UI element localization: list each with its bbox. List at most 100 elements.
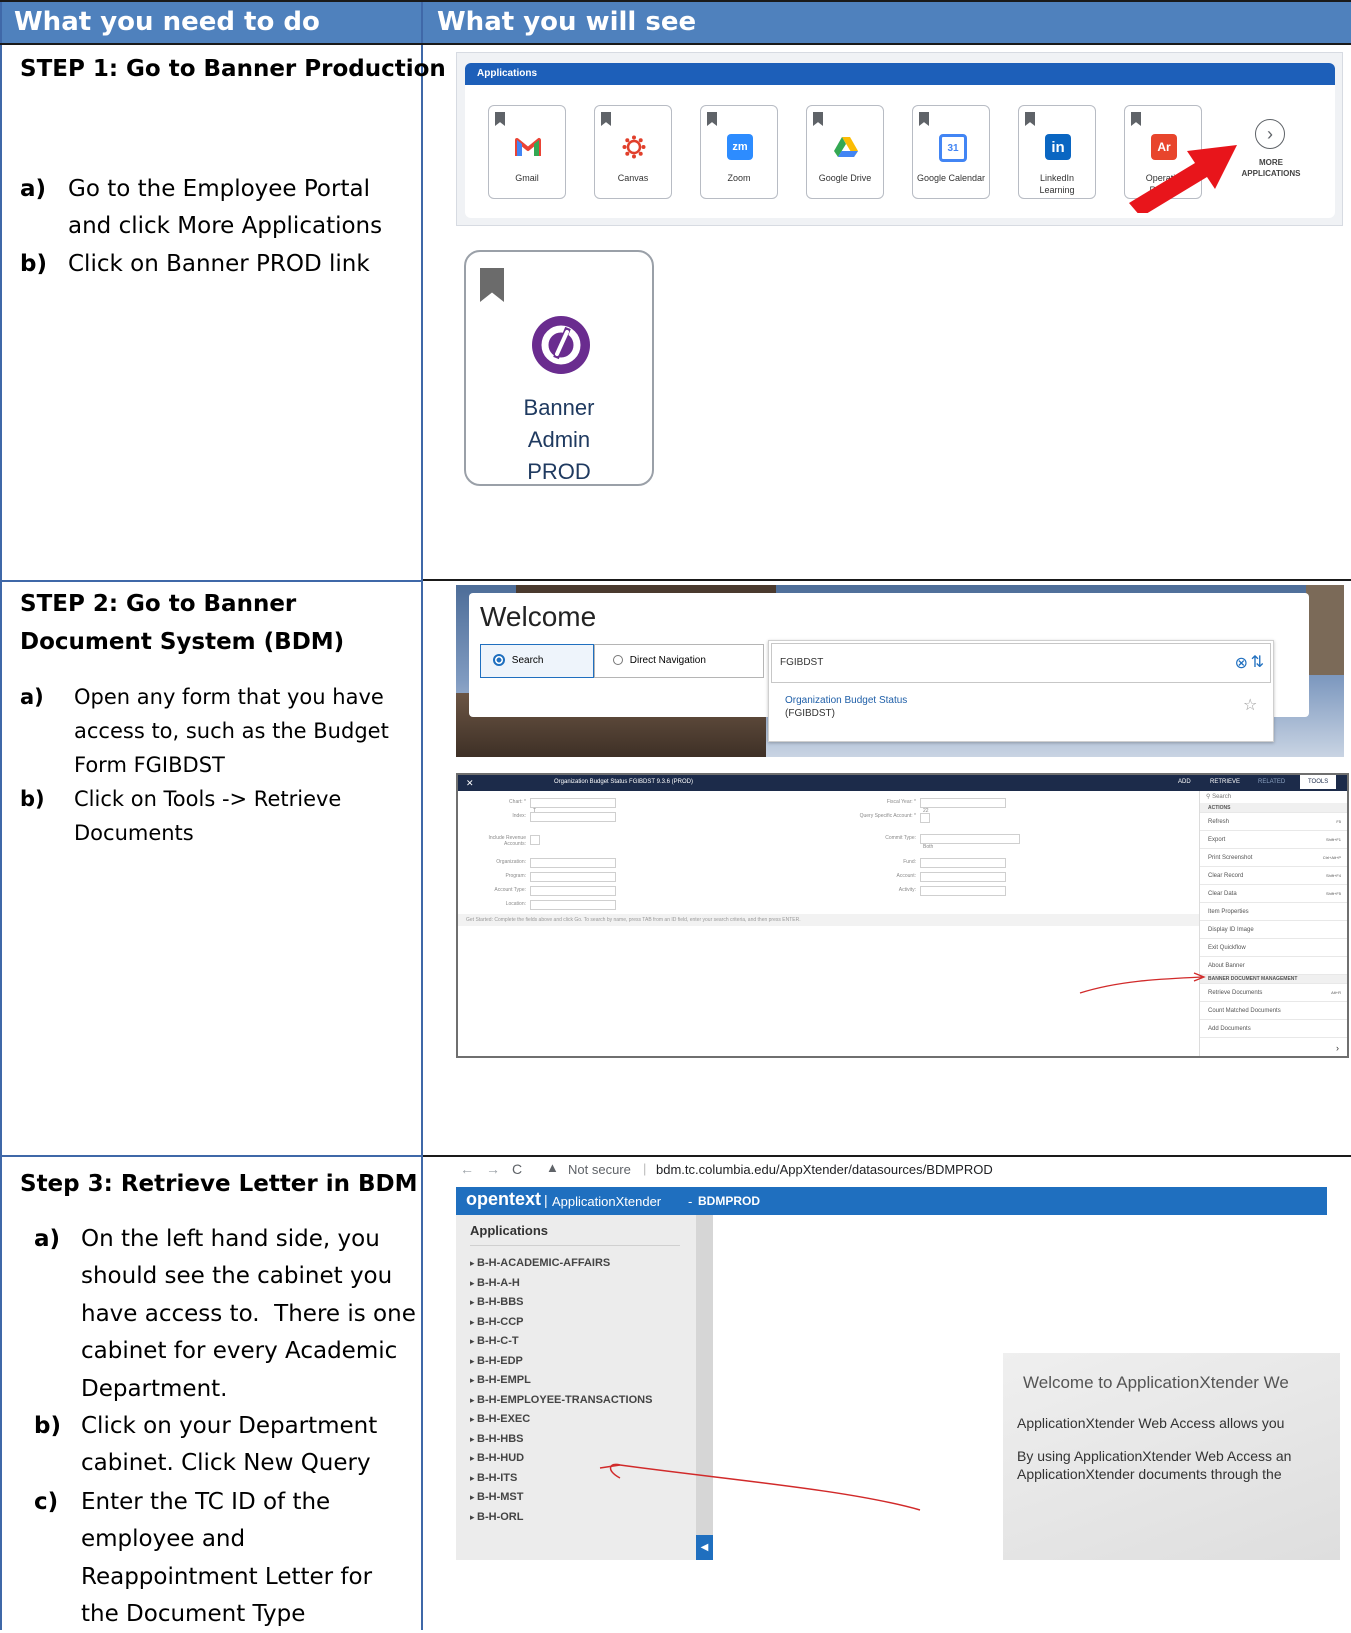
cabinet-item[interactable]: ▸ B-H-EMPLOYEE-TRANSACTIONS [470,1394,652,1406]
tools-bdm-item[interactable]: Retrieve Documents Alt+R [1200,984,1347,1002]
tools-action-item[interactable]: Item Properties [1200,903,1347,921]
bookmark-icon[interactable] [707,112,717,126]
welcome-panel-title: Welcome to ApplicationXtender We [1023,1373,1289,1392]
include-revenue-checkbox[interactable] [530,835,540,845]
tools-action-item[interactable]: Refresh F5 [1200,813,1347,831]
star-icon[interactable]: ☆ [1243,695,1257,715]
row1-bottom-border [0,580,421,582]
caret-right-icon: ▸ [470,1433,478,1444]
not-secure-label[interactable]: Not secure [568,1162,631,1177]
tools-action-item[interactable]: Clear Data Shift+F5 [1200,885,1347,903]
tools-action-item[interactable]: About Banner [1200,957,1347,975]
toolbar-related[interactable]: RELATED [1258,775,1285,789]
cabinet-item[interactable]: ▸ B-H-EDP [470,1355,523,1367]
url-text[interactable]: bdm.tc.columbia.edu/AppXtender/datasourc… [656,1162,993,1177]
radio-icon[interactable] [613,655,623,666]
tools-action-label: Refresh [1208,819,1230,825]
field-label-chart: Chart: * [509,799,526,805]
chevron-right-icon[interactable]: › [1336,1043,1339,1053]
tools-action-item[interactable]: Export Shift+F1 [1200,831,1347,849]
direct-navigation-tab[interactable]: Direct Navigation [594,644,764,678]
table-center-divider [421,0,423,1630]
tools-action-label: About Banner [1208,963,1245,969]
bookmark-icon[interactable] [1025,112,1035,126]
search-result-item[interactable]: Organization Budget Status (FGIBDST) ☆ [771,689,1271,739]
app-tile-linkedin-learning[interactable]: in LinkedIn Learning [1018,105,1096,199]
sort-icon[interactable]: ⇅ [1251,652,1264,672]
row1-bottom-border-right [423,579,1351,581]
cabinet-item[interactable]: ▸ B-H-ACADEMIC-AFFAIRS [470,1257,610,1269]
gmail-icon [515,134,541,160]
fund-input[interactable] [920,858,1006,868]
chevron-right-icon[interactable]: › [1255,119,1285,149]
app-name: ApplicationXtender [552,1194,662,1209]
account-type-input[interactable] [530,886,616,896]
cabinet-item[interactable]: ▸ B-H-EMPL [470,1374,531,1386]
forward-arrow-icon[interactable]: → [486,1161,500,1177]
item-letter: b) [20,787,45,811]
location-input[interactable] [530,900,616,910]
app-tile-google-drive[interactable]: Google Drive [806,105,884,199]
toolbar-add[interactable]: ADD [1178,775,1191,789]
tools-action-item[interactable]: Print Screenshot Ctrl+Alt+P [1200,849,1347,867]
field-label-fiscal-year: Fiscal Year: * [886,799,916,805]
welcome-title: Welcome [480,601,597,632]
toolbar-retrieve[interactable]: RETRIEVE [1210,775,1240,789]
tools-action-item[interactable]: Exit Quickflow [1200,939,1347,957]
cabinet-item[interactable]: ▸ B-H-ITS [470,1472,517,1484]
app-tile-zoom[interactable]: zm Zoom [700,105,778,199]
bookmark-icon[interactable] [480,268,504,302]
organization-input[interactable] [530,858,616,868]
cabinet-item[interactable]: ▸ B-H-HUD [470,1452,524,1464]
account-input[interactable] [920,872,1006,882]
collapse-sidebar-button[interactable]: ◀ [696,1535,713,1560]
search-input[interactable]: FGIBDST ⊗ ⇅ [771,643,1271,683]
close-icon[interactable]: ✕ [466,776,474,790]
tools-action-label: Clear Data [1208,891,1237,897]
bookmark-icon[interactable] [813,112,823,126]
index-input[interactable] [530,812,616,822]
cabinet-item[interactable]: ▸ B-H-BBS [470,1296,523,1308]
activity-input[interactable] [920,886,1006,896]
tools-action-shortcut: Shift+F1 [1325,837,1341,842]
banner-admin-prod-tile[interactable]: Banner Admin PROD [464,250,654,486]
bookmark-icon[interactable] [1131,112,1141,126]
cabinet-item[interactable]: ▸ B-H-C-T [470,1335,519,1347]
item-line: should see the cabinet you [81,1263,393,1289]
query-specific-checkbox[interactable] [920,813,930,823]
cabinet-item[interactable]: ▸ B-H-EXEC [470,1413,530,1425]
cabinet-item[interactable]: ▸ B-H-A-H [470,1277,520,1289]
program-input[interactable] [530,872,616,882]
radio-selected-icon[interactable] [493,654,505,667]
bookmark-icon[interactable] [495,112,505,126]
app-tile-canvas[interactable]: Canvas [594,105,672,199]
reload-icon[interactable]: C [512,1161,522,1177]
fiscal-year-input[interactable]: 22 [920,798,1006,814]
warning-icon[interactable]: ▲ [546,1160,559,1175]
bookmark-icon[interactable] [919,112,929,126]
tools-bdm-item[interactable]: Count Matched Documents [1200,1002,1347,1020]
tools-bdm-item[interactable]: Add Documents [1200,1020,1347,1038]
row2-bottom-border [0,1155,421,1157]
cabinet-item[interactable]: ▸ B-H-CCP [470,1316,523,1328]
tools-action-item[interactable]: Clear Record Shift+F4 [1200,867,1347,885]
search-tab[interactable]: Search [480,644,594,678]
bookmark-icon[interactable] [601,112,611,126]
item-line: Enter the TC ID of the [81,1489,331,1515]
cabinet-item[interactable]: ▸ B-H-HBS [470,1433,523,1445]
commit-type-select[interactable]: Both [920,834,1020,850]
app-tile-gmail[interactable]: Gmail [488,105,566,199]
toolbar-tools[interactable]: TOOLS [1300,775,1337,789]
tools-action-item[interactable]: Display ID Image [1200,921,1347,939]
tools-search-input[interactable]: ⚲ Search [1200,791,1348,803]
cabinet-item[interactable]: ▸ B-H-ORL [470,1511,523,1523]
cabinet-label: B-H-EMPL [477,1374,531,1386]
tools-action-shortcut: Shift+F5 [1325,891,1341,896]
clear-icon[interactable]: ⊗ [1235,653,1248,673]
chart-input[interactable]: T [530,798,616,814]
commit-type-value: Both [923,844,934,850]
back-arrow-icon[interactable]: ← [460,1161,474,1177]
cabinet-item[interactable]: ▸ B-H-MST [470,1491,523,1503]
app-tile-google-calendar[interactable]: 31 Google Calendar [912,105,990,199]
step3-title: Step 3: Retrieve Letter in BDM [20,1171,418,1197]
